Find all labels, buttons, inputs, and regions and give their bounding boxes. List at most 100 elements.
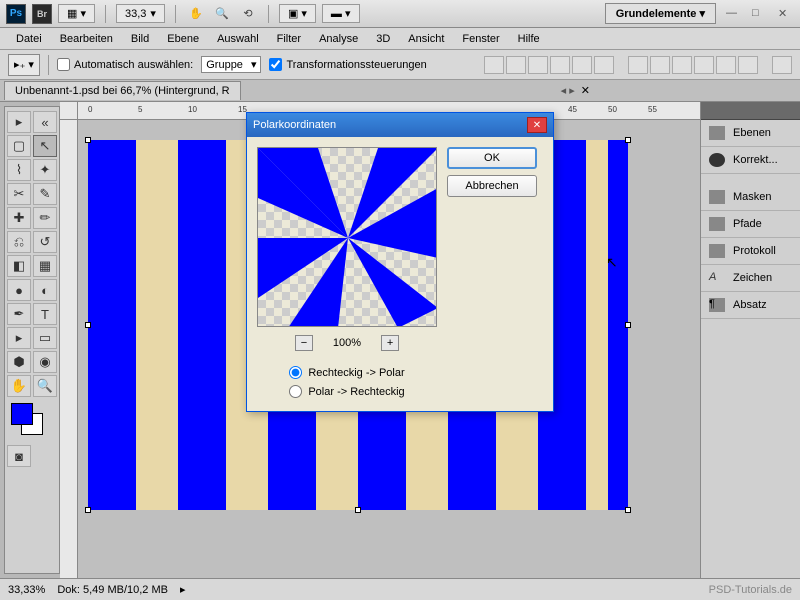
document-tab[interactable]: Unbenannt-1.psd bei 66,7% (Hintergrund, … — [4, 81, 241, 100]
rotate-view-icon[interactable]: ⟲ — [238, 4, 258, 24]
view-mode-dropdown[interactable]: ▦ ▾ — [58, 4, 95, 23]
auto-select-checkbox[interactable]: Automatisch auswählen: — [57, 58, 193, 71]
tab-close-icon[interactable]: ✕ — [581, 84, 590, 97]
ruler-origin[interactable] — [60, 102, 78, 120]
dialog-close-button[interactable]: ✕ — [527, 117, 547, 133]
pen-tool[interactable]: ✒ — [7, 303, 31, 325]
shape-tool[interactable]: ▭ — [33, 327, 57, 349]
ok-button[interactable]: OK — [447, 147, 537, 169]
filter-preview[interactable] — [257, 147, 437, 327]
menu-analyse[interactable]: Analyse — [311, 30, 366, 48]
move-tool[interactable]: ↖ — [33, 135, 57, 157]
gradient-tool[interactable]: ▦ — [33, 255, 57, 277]
close-button[interactable]: ✕ — [778, 7, 794, 21]
character-icon: A — [709, 271, 725, 285]
path-select-tool[interactable]: ▸ — [7, 327, 31, 349]
menu-fenster[interactable]: Fenster — [454, 30, 507, 48]
panel-ebenen[interactable]: Ebenen — [701, 120, 800, 147]
history-brush-tool[interactable]: ↺ — [33, 231, 57, 253]
distribute-btn[interactable] — [716, 56, 736, 74]
marquee-tool[interactable]: ▢ — [7, 135, 31, 157]
ps-logo-icon[interactable]: Ps — [6, 4, 26, 24]
dodge-tool[interactable]: ◐ — [33, 279, 57, 301]
move-tool-header[interactable]: ▸ — [7, 111, 31, 133]
foreground-color-swatch[interactable] — [11, 403, 33, 425]
dialog-titlebar[interactable]: Polarkoordinaten ✕ — [247, 113, 553, 137]
menu-auswahl[interactable]: Auswahl — [209, 30, 267, 48]
healing-tool[interactable]: ✚ — [7, 207, 31, 229]
panel-masken[interactable]: Masken — [701, 184, 800, 211]
align-btn[interactable] — [572, 56, 592, 74]
bridge-logo-icon[interactable]: Br — [32, 4, 52, 24]
panel-korrekturen[interactable]: Korrekt... — [701, 147, 800, 174]
panel-absatz[interactable]: ¶Absatz — [701, 292, 800, 319]
dock-header[interactable] — [701, 102, 800, 120]
workspace-dropdown[interactable]: Grundelemente ▾ — [605, 3, 716, 24]
blur-tool[interactable]: ● — [7, 279, 31, 301]
menu-ansicht[interactable]: Ansicht — [400, 30, 452, 48]
align-btn[interactable] — [528, 56, 548, 74]
menu-filter[interactable]: Filter — [269, 30, 309, 48]
stamp-tool[interactable]: ⎌ — [7, 231, 31, 253]
zoom-tool-icon[interactable]: 🔍 — [212, 4, 232, 24]
hand-tool[interactable]: ✋ — [7, 375, 31, 397]
distribute-btn[interactable] — [672, 56, 692, 74]
status-arrow[interactable]: ▸ — [180, 583, 186, 596]
status-zoom[interactable]: 33,33% — [8, 584, 45, 596]
align-btn[interactable] — [484, 56, 504, 74]
auto-select-type-dropdown[interactable]: Gruppe▾ — [201, 56, 261, 73]
menu-3d[interactable]: 3D — [368, 30, 398, 48]
align-btn[interactable] — [550, 56, 570, 74]
eyedropper-tool[interactable]: ✎ — [33, 183, 57, 205]
zoom-out-button[interactable]: − — [295, 335, 313, 351]
radio-rect-to-polar[interactable]: Rechteckig -> Polar — [289, 363, 404, 382]
distribute-btn[interactable] — [650, 56, 670, 74]
hand-tool-icon[interactable]: ✋ — [186, 4, 206, 24]
auto-align-btn[interactable] — [772, 56, 792, 74]
panel-zeichen[interactable]: AZeichen — [701, 265, 800, 292]
tab-scroll[interactable]: ◂ ▸ — [561, 84, 575, 97]
panel-pfade[interactable]: Pfade — [701, 211, 800, 238]
menu-bearbeiten[interactable]: Bearbeiten — [52, 30, 121, 48]
3d-tool[interactable]: ⬢ — [7, 351, 31, 373]
layers-icon — [709, 126, 725, 140]
maximize-button[interactable]: □ — [752, 7, 768, 21]
application-bar: Ps Br ▦ ▾ 33,3 ▾ ✋ 🔍 ⟲ ▣ ▾ ▬ ▾ Grundelem… — [0, 0, 800, 28]
arrange-dropdown[interactable]: ▣ ▾ — [279, 4, 316, 23]
zoom-in-button[interactable]: + — [381, 335, 399, 351]
color-swatches[interactable] — [7, 403, 57, 439]
paragraph-icon: ¶ — [709, 298, 725, 312]
distribute-btn[interactable] — [694, 56, 714, 74]
panel-protokoll[interactable]: Protokoll — [701, 238, 800, 265]
align-btn[interactable] — [506, 56, 526, 74]
toolbox-collapse[interactable]: « — [33, 111, 57, 133]
type-tool[interactable]: T — [33, 303, 57, 325]
align-btn[interactable] — [594, 56, 614, 74]
3d-camera-tool[interactable]: ◉ — [33, 351, 57, 373]
cancel-button[interactable]: Abbrechen — [447, 175, 537, 197]
zoom-dropdown[interactable]: 33,3 ▾ — [116, 4, 165, 23]
lasso-tool[interactable]: ⌇ — [7, 159, 31, 181]
paths-icon — [709, 217, 725, 231]
brush-tool[interactable]: ✏ — [33, 207, 57, 229]
status-doc-info[interactable]: Dok: 5,49 MB/10,2 MB — [57, 584, 168, 596]
status-bar: 33,33% Dok: 5,49 MB/10,2 MB ▸ PSD-Tutori… — [0, 578, 800, 600]
minimize-button[interactable]: — — [726, 7, 742, 21]
menu-hilfe[interactable]: Hilfe — [510, 30, 548, 48]
vertical-ruler[interactable] — [60, 120, 78, 578]
zoom-tool[interactable]: 🔍 — [33, 375, 57, 397]
transform-controls-checkbox[interactable]: Transformationssteuerungen — [269, 58, 426, 71]
menu-bild[interactable]: Bild — [123, 30, 157, 48]
quick-mask-toggle[interactable]: ◙ — [7, 445, 31, 467]
document-tabs: Unbenannt-1.psd bei 66,7% (Hintergrund, … — [0, 80, 800, 102]
radio-polar-to-rect[interactable]: Polar -> Rechteckig — [289, 382, 404, 401]
menu-ebene[interactable]: Ebene — [159, 30, 207, 48]
quick-select-tool[interactable]: ✦ — [33, 159, 57, 181]
menu-datei[interactable]: Datei — [8, 30, 50, 48]
distribute-btn[interactable] — [738, 56, 758, 74]
eraser-tool[interactable]: ◧ — [7, 255, 31, 277]
screen-mode-dropdown[interactable]: ▬ ▾ — [322, 4, 360, 23]
crop-tool[interactable]: ✂ — [7, 183, 31, 205]
tool-preset-dropdown[interactable]: ▸₊ ▾ — [8, 54, 40, 76]
distribute-btn[interactable] — [628, 56, 648, 74]
